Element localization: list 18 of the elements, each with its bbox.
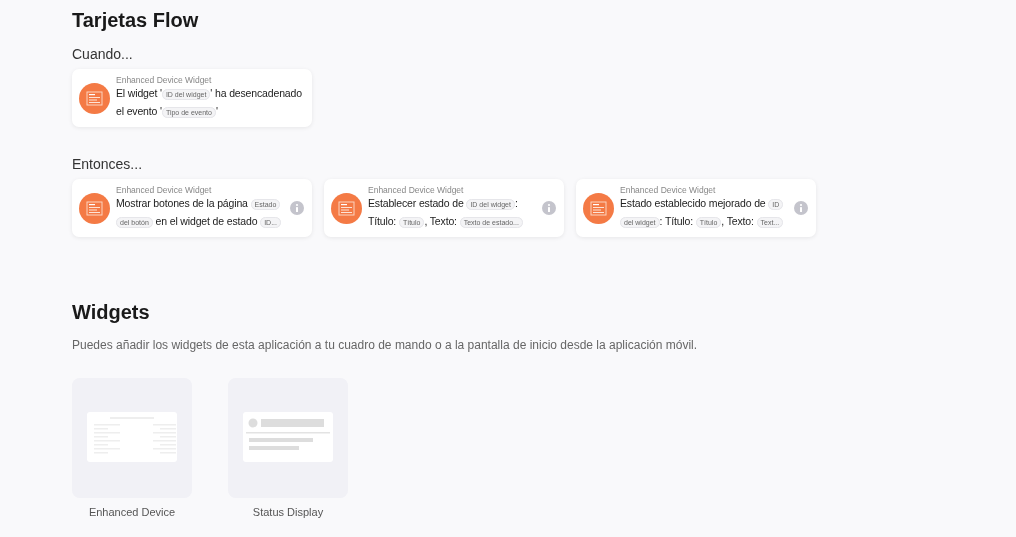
widget-label: Status Display [252,506,324,518]
app-name: Enhanced Device Widget [368,185,465,195]
app-name: Enhanced Device Widget [116,185,213,195]
section-heading: Entonces... [72,156,144,172]
info-icon[interactable] [542,201,556,215]
document-icon [331,192,362,224]
app-name: Enhanced Device Widget [620,185,717,195]
section-description: Puedes añadir los widgets de esta aplicación a tu cuadro de mando o a la pantalla de inicio desde la aplicación móvil. [72,338,699,352]
widget-label: Enhanced Device [88,506,176,518]
info-icon[interactable] [794,201,808,215]
document-icon [583,192,614,224]
section-heading: Cuando... [72,46,134,62]
app-name: Enhanced Device Widget [116,75,213,85]
section-title: Widgets [72,300,151,325]
document-icon [79,192,110,224]
info-icon[interactable] [290,201,304,215]
document-icon [79,82,110,114]
section-title: Tarjetas Flow [72,8,200,33]
